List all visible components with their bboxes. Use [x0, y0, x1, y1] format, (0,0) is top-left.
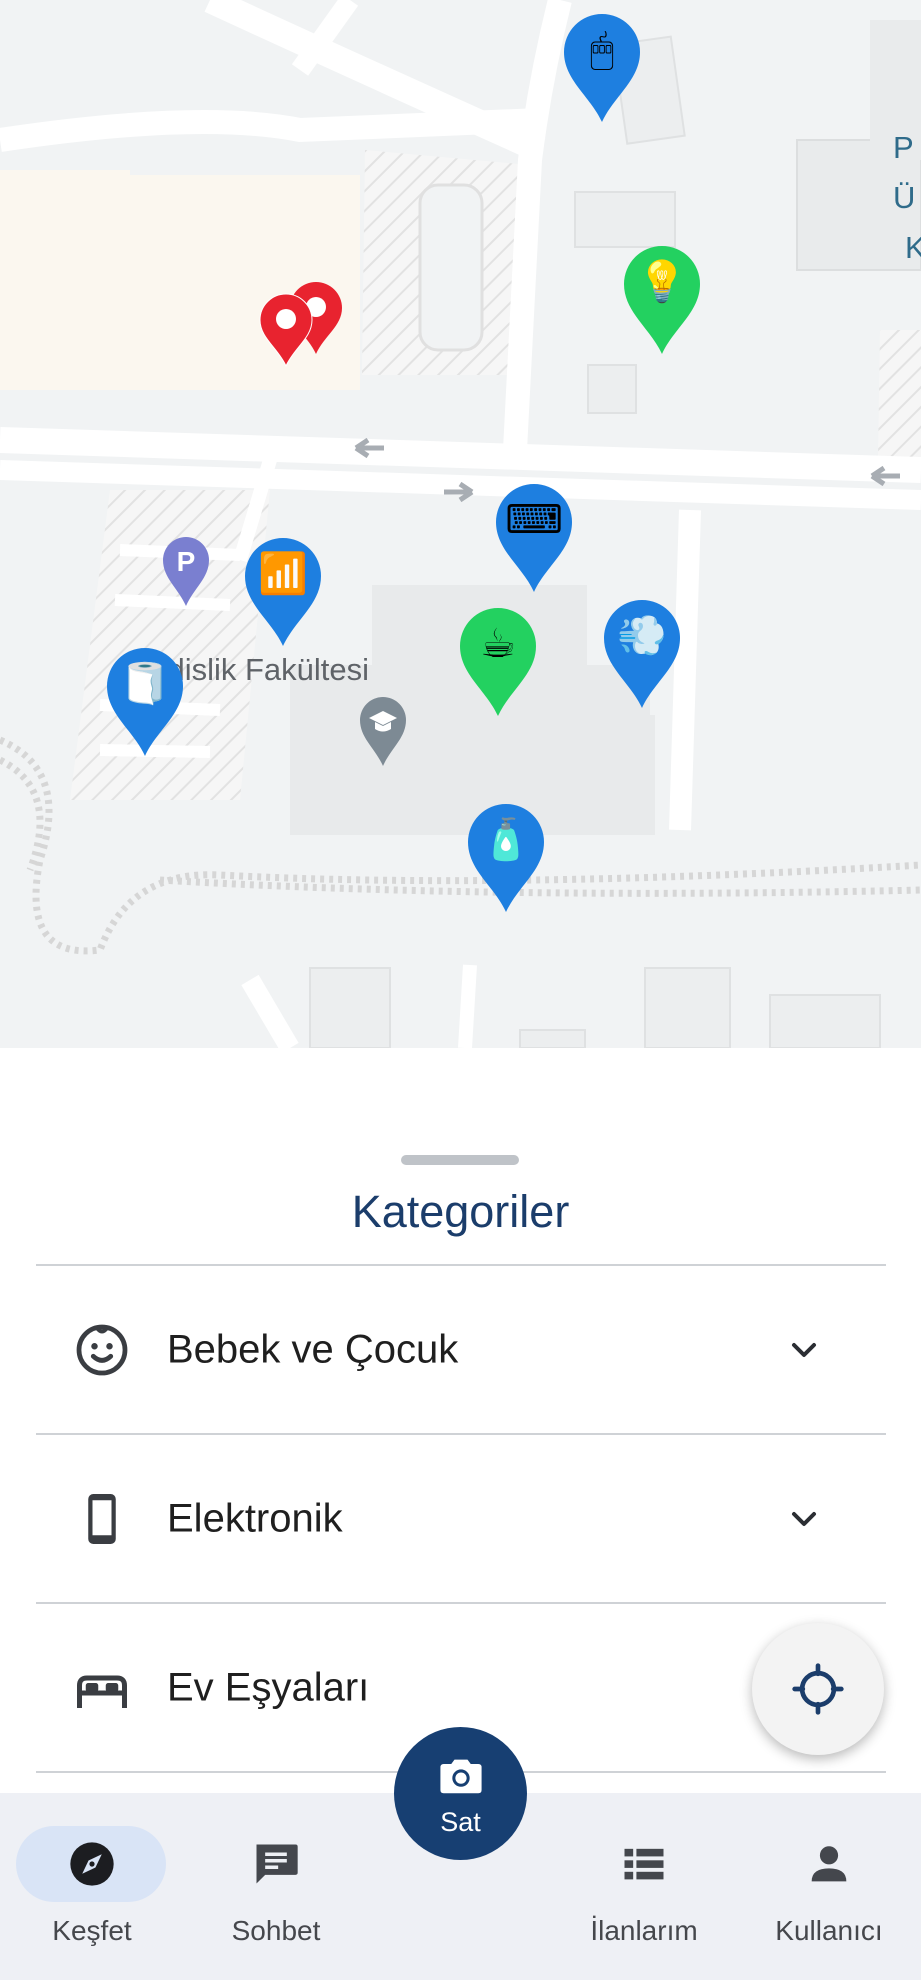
- sheet-title: Kategoriler: [351, 1186, 570, 1237]
- edge-label-line-1: P: [893, 130, 914, 165]
- keyboard-marker[interactable]: ⌨: [494, 482, 574, 594]
- list-icon: [624, 1848, 664, 1880]
- parking-icon[interactable]: P: [160, 536, 212, 608]
- sell-label: Sat: [440, 1807, 481, 1837]
- baby-face-icon: [76, 1324, 128, 1376]
- nav-label: Keşfet: [52, 1915, 132, 1946]
- mouse-marker[interactable]: 🖱: [562, 12, 642, 124]
- coffee-icon: ☕: [480, 621, 516, 667]
- smartphone-icon: [88, 1494, 116, 1544]
- nav-item-chat[interactable]: Sohbet: [184, 1793, 368, 1980]
- camera-icon: [440, 1759, 482, 1794]
- my-location-icon: [792, 1663, 844, 1715]
- toilet-paper-marker[interactable]: 🧻: [105, 646, 185, 758]
- bed-icon: [77, 1675, 127, 1708]
- nav-label: İlanlarım: [590, 1915, 698, 1946]
- lotion-marker[interactable]: 🧴: [466, 802, 546, 914]
- map-view[interactable]: endislik Fakültesi P Ü K P 🖱 💡 ⌨ 📶 ☕ 💨 🧻…: [0, 0, 921, 1048]
- sheet-drag-handle[interactable]: [401, 1155, 519, 1165]
- nav-item-listings[interactable]: İlanlarım: [552, 1793, 736, 1980]
- lightbulb-icon: 💡: [637, 259, 687, 305]
- nav-label: Kullanıcı: [775, 1915, 883, 1946]
- graduation-cap-icon[interactable]: [357, 696, 409, 768]
- nav-item-user[interactable]: Kullanıcı: [737, 1793, 921, 1980]
- edge-label-line-2: Ü: [893, 180, 916, 215]
- hairdryer-marker[interactable]: 💨: [602, 598, 682, 710]
- compass-icon: [70, 1842, 114, 1886]
- red-cluster-marker[interactable]: [254, 272, 354, 384]
- category-label: Ev Eşyaları: [167, 1665, 370, 1710]
- edge-label-line-3: K: [905, 230, 921, 265]
- signal-icon: 📶: [258, 551, 308, 597]
- map-base: [0, 0, 921, 1048]
- coffee-marker[interactable]: ☕: [458, 606, 538, 718]
- mouse-icon: 🖱: [590, 27, 614, 73]
- person-icon: [811, 1846, 847, 1882]
- category-row-baby[interactable]: Bebek ve Çocuk: [36, 1266, 886, 1434]
- nav-label: Sohbet: [231, 1915, 321, 1946]
- toilet-paper-icon: 🧻: [120, 661, 170, 707]
- chevron-down-icon[interactable]: [784, 1330, 824, 1370]
- svg-text:P: P: [177, 546, 196, 577]
- signal-marker[interactable]: 📶: [243, 536, 323, 648]
- lotion-icon: 🧴: [481, 817, 531, 863]
- sell-button[interactable]: Sat: [394, 1727, 527, 1860]
- keyboard-icon: ⌨: [505, 497, 563, 543]
- my-location-button[interactable]: [752, 1623, 884, 1755]
- lightbulb-marker[interactable]: 💡: [622, 244, 702, 356]
- category-label: Elektronik: [167, 1496, 343, 1541]
- category-row-electronics[interactable]: Elektronik: [36, 1435, 886, 1603]
- nav-item-explore[interactable]: Keşfet: [0, 1793, 184, 1980]
- chevron-down-icon[interactable]: [784, 1499, 824, 1539]
- category-label: Bebek ve Çocuk: [167, 1327, 459, 1372]
- chat-icon: [256, 1844, 298, 1884]
- hairdryer-icon: 💨: [617, 613, 667, 659]
